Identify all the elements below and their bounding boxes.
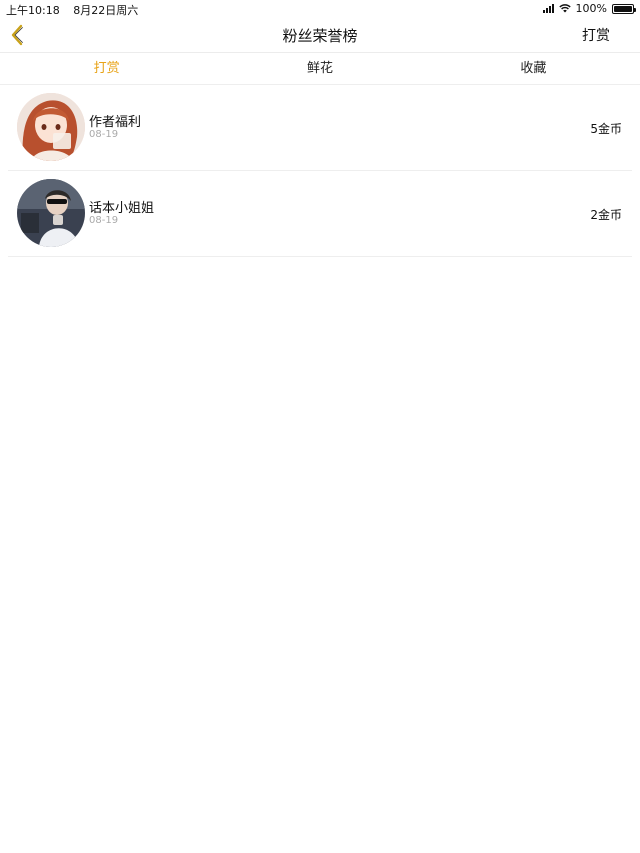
status-time: 上午10:18: [6, 4, 60, 17]
fan-name: 话本小姐姐: [89, 201, 155, 216]
status-right: 100%: [542, 2, 636, 15]
tab-flowers[interactable]: 鲜花: [213, 54, 426, 84]
fan-list: 作者福利 08-19 5金币 话本小姐姐 08-19 2金币: [8, 85, 632, 257]
fan-amount: 5金币: [590, 122, 622, 136]
tab-bar: 打赏 鲜花 收藏: [0, 54, 640, 85]
status-date: 8月22日周六: [73, 4, 139, 17]
reward-button[interactable]: 打赏: [582, 25, 610, 45]
avatar: [17, 93, 85, 161]
fan-amount: 2金币: [590, 208, 622, 222]
avatar: [17, 179, 85, 247]
fan-date: 08-19: [89, 129, 119, 140]
battery-icon: [612, 3, 636, 14]
fan-date: 08-19: [89, 215, 119, 226]
status-left: 上午10:18 8月22日周六: [6, 2, 148, 18]
battery-percent: 100%: [575, 2, 607, 15]
status-bar: 上午10:18 8月22日周六 100%: [0, 0, 640, 17]
list-item[interactable]: 作者福利 08-19 5金币: [8, 85, 632, 171]
tab-favorites[interactable]: 收藏: [427, 54, 640, 84]
wifi-icon: [558, 4, 571, 13]
tab-reward[interactable]: 打赏: [0, 54, 213, 84]
list-item[interactable]: 话本小姐姐 08-19 2金币: [8, 171, 632, 257]
cellular-signal-icon: [542, 4, 554, 13]
nav-bar: 粉丝荣誉榜 打赏: [0, 17, 640, 53]
page-title: 粉丝荣誉榜: [282, 27, 358, 45]
fan-name: 作者福利: [89, 115, 142, 130]
